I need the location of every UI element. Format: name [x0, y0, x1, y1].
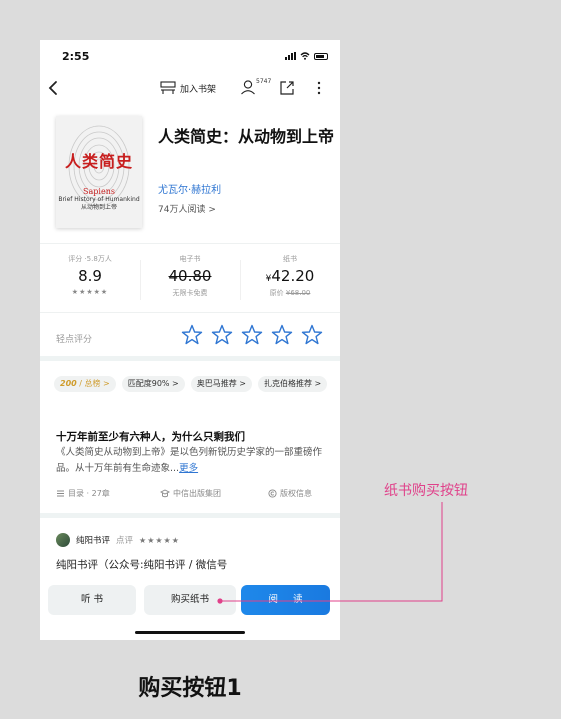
tag-chip[interactable]: 匹配度90% >: [121, 376, 185, 392]
top-nav: 加入书架 5747: [40, 76, 340, 100]
status-time: 2:55: [62, 50, 90, 63]
tag-label: / 总榜 >: [79, 379, 110, 388]
publisher-button[interactable]: 中信出版集团: [160, 488, 221, 499]
paper-book-stat[interactable]: 纸书 ¥42.20 原价 ¥68.00: [240, 254, 340, 298]
add-to-shelf-button[interactable]: 加入书架: [160, 80, 216, 96]
status-bar: 2:55: [40, 40, 340, 72]
person-icon: [241, 80, 255, 95]
paper-price-row: ¥42.20: [240, 267, 340, 285]
section-divider: [40, 513, 340, 518]
paper-original-row: 原价 ¥68.00: [240, 288, 340, 298]
listeners-count: 5747: [256, 78, 272, 85]
rate-stars: [180, 323, 324, 347]
rating-stars: ★★★★★: [71, 288, 109, 296]
rate-star-icon[interactable]: [210, 323, 234, 347]
wifi-icon: [300, 52, 310, 60]
rate-star-icon[interactable]: [180, 323, 204, 347]
cover-title: 人类简史: [64, 152, 133, 171]
reviewer-name: 纯阳书评: [76, 536, 111, 546]
readers-count-link[interactable]: 74万人阅读 >: [158, 202, 216, 215]
toc-label: 目录 · 27章: [68, 489, 110, 498]
tag-label: 扎克伯格推荐 >: [264, 379, 322, 388]
original-price-label: 原价: [269, 289, 284, 297]
paper-label: 纸书: [283, 255, 297, 263]
shelf-icon: [160, 81, 176, 94]
annotation-label: 纸书购买按钮: [384, 483, 468, 499]
book-author-link[interactable]: 尤瓦尔·赫拉利: [158, 181, 221, 196]
tag-list: 200 / 总榜 > 匹配度90% > 奥巴马推荐 > 扎克伯格推荐 >: [54, 376, 334, 392]
home-indicator: [135, 631, 245, 634]
ebook-price: 40.80: [168, 267, 212, 285]
original-price: ¥68.00: [285, 289, 311, 297]
copyright-label: 版权信息: [280, 489, 312, 498]
listeners-button[interactable]: 5747: [240, 78, 272, 97]
add-to-shelf-label: 加入书架: [180, 84, 217, 95]
copyright-button[interactable]: 版权信息: [268, 488, 312, 499]
rating-label: 评分 ·5.8万人: [68, 255, 112, 263]
cover-subtitle-en2: Brief History of Humankind: [58, 196, 140, 203]
rank-number: 200: [60, 379, 77, 388]
paper-price: 42.20: [271, 267, 315, 285]
intro-title: 十万年前至少有六种人，为什么只剩我们: [56, 431, 245, 443]
review-tag: 点评: [116, 536, 134, 546]
buy-paper-book-button[interactable]: 购买纸书: [144, 585, 236, 615]
divider: [40, 243, 340, 244]
tag-chip[interactable]: 奥巴马推荐 >: [190, 376, 253, 392]
rank-tag[interactable]: 200 / 总榜 >: [54, 376, 116, 392]
caption: 购买按钮1: [138, 676, 242, 701]
divider: [40, 312, 340, 313]
toc-button[interactable]: 目录 · 27章: [56, 488, 110, 499]
back-arrow-icon[interactable]: [46, 79, 62, 97]
rate-star-icon[interactable]: [300, 323, 324, 347]
listen-button[interactable]: 听 书: [48, 585, 136, 615]
status-icons: [285, 52, 328, 60]
review-text[interactable]: 纯阳书评（公众号:纯阳书评 / 微信号: [56, 557, 336, 572]
meta-row: 目录 · 27章 中信出版集团 版权信息: [56, 488, 324, 502]
rate-star-icon[interactable]: [270, 323, 294, 347]
list-icon: [57, 490, 64, 497]
canvas: 2:55 加入书架 5747 人类简史 Sapiens Brief Histor…: [0, 0, 561, 719]
share-icon[interactable]: [279, 79, 295, 97]
bottom-action-bar: 听 书 购买纸书 阅 读: [40, 577, 340, 640]
publisher-label: 中信出版集团: [173, 489, 221, 498]
cover-subtitle: Sapiens Brief History of Humankind 从动物到上…: [56, 188, 142, 212]
more-link[interactable]: 更多: [179, 463, 198, 474]
tag-label: 奥巴马推荐 >: [196, 379, 247, 388]
book-cover[interactable]: 人类简史 Sapiens Brief History of Humankind …: [56, 116, 142, 228]
rating-value: 8.9: [78, 267, 102, 285]
review-stars: ★★★★★: [139, 535, 180, 545]
ebook-label: 电子书: [179, 255, 201, 263]
signal-icon: [285, 52, 296, 60]
copyright-icon: [268, 489, 277, 498]
section-divider: [40, 356, 340, 361]
rate-star-icon[interactable]: [240, 323, 264, 347]
quick-rate-label: 轻点评分: [56, 335, 93, 345]
more-options-icon[interactable]: [314, 79, 324, 97]
intro-text: 《人类简史从动物到上帝》是以色列新锐历史学家的一部重磅作品。从十万年前有生命迹象…: [56, 445, 324, 477]
publisher-icon: [160, 489, 170, 498]
tag-chip[interactable]: 扎克伯格推荐 >: [258, 376, 328, 392]
book-title: 人类简史：从动物到上帝: [158, 127, 335, 146]
review-header[interactable]: 纯阳书评 点评 ★★★★★: [56, 533, 180, 547]
tag-label: 匹配度90% >: [127, 379, 179, 388]
ebook-stat[interactable]: 电子书 40.80 无限卡免费: [140, 254, 240, 298]
read-button[interactable]: 阅 读: [241, 585, 330, 615]
battery-icon: [314, 52, 328, 60]
avatar: [56, 533, 70, 547]
ebook-note: 无限卡免费: [172, 289, 208, 297]
phone-screen: 2:55 加入书架 5747 人类简史 Sapiens Brief Histor…: [40, 40, 340, 640]
cover-subtitle-en: Sapiens: [83, 187, 115, 196]
rating-stat[interactable]: 评分 ·5.8万人 8.9 ★★★★★: [40, 254, 140, 296]
cover-subtitle-cn: 从动物到上帝: [80, 204, 117, 211]
